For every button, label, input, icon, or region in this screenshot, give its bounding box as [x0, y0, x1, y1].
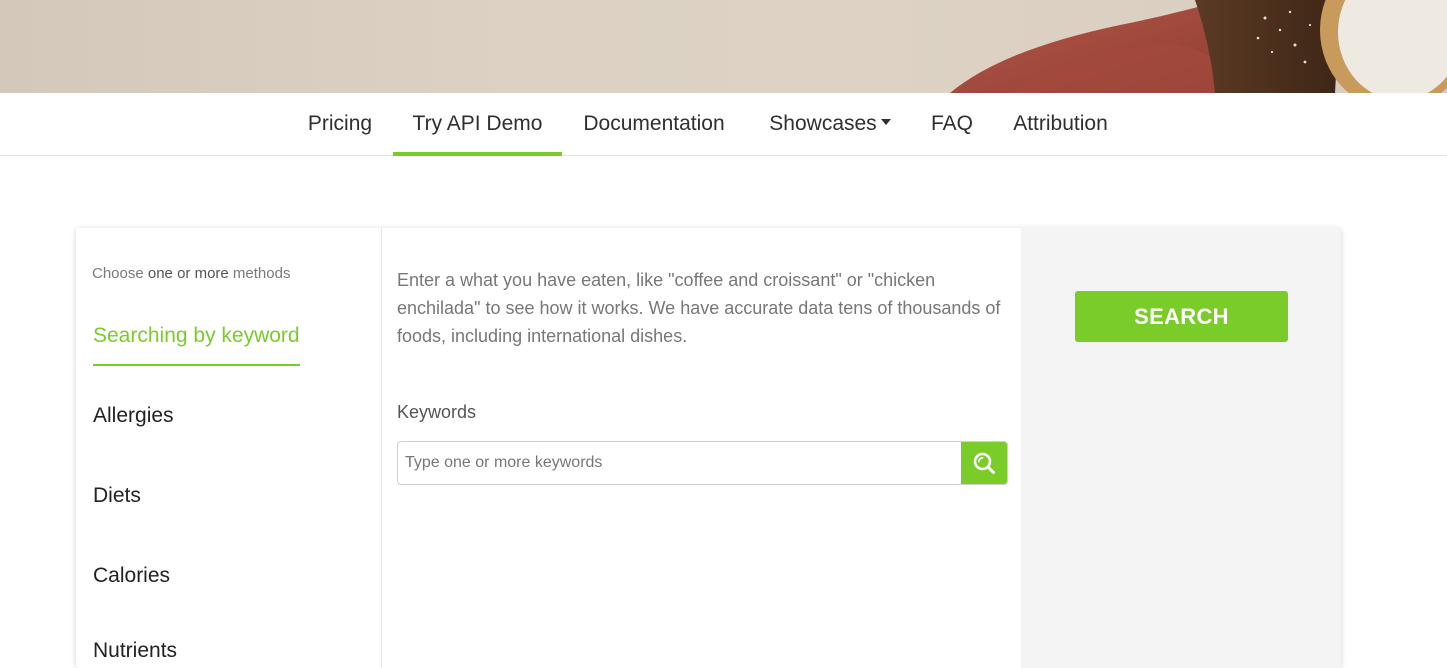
nav-item-label: FAQ	[931, 112, 974, 135]
nav-item-pricing[interactable]: Pricing	[307, 93, 373, 155]
hero-image	[950, 0, 1447, 93]
hint-text: Choose	[92, 265, 148, 282]
keywords-label: Keywords	[397, 402, 477, 422]
method-label: Nutrients	[93, 639, 178, 662]
main-nav: Pricing Try API Demo Documentation Showc…	[0, 93, 1447, 156]
caret-down-icon	[880, 119, 891, 126]
nav-item-label: Showcases	[769, 112, 877, 135]
nav-item-try-api-demo[interactable]: Try API Demo	[393, 93, 562, 156]
methods-panel: Choose one or more methods Searching by …	[76, 228, 382, 668]
search-button[interactable]: SEARCH	[1075, 291, 1288, 342]
method-allergies[interactable]: Allergies	[93, 404, 174, 428]
method-label: Searching by keyword	[93, 324, 300, 347]
method-label: Diets	[93, 484, 141, 507]
search-icon	[973, 452, 995, 474]
method-calories[interactable]: Calories	[93, 564, 170, 588]
method-nutrients[interactable]: Nutrients	[93, 639, 177, 663]
actions-panel: SEARCH	[1021, 228, 1341, 668]
keywords-search-box	[397, 441, 1008, 485]
keywords-input[interactable]	[398, 442, 963, 484]
method-diets[interactable]: Diets	[93, 484, 141, 508]
method-keyword[interactable]: Searching by keyword	[93, 324, 300, 366]
nav-item-attribution[interactable]: Attribution	[1010, 93, 1111, 155]
hero-banner	[0, 0, 1447, 93]
nav-item-documentation[interactable]: Documentation	[581, 93, 727, 155]
nav-item-label: Pricing	[307, 112, 373, 135]
nav-item-faq[interactable]: FAQ	[931, 93, 974, 155]
method-label: Allergies	[93, 404, 174, 427]
keyword-panel: Enter a what you have eaten, like "coffe…	[382, 228, 1021, 668]
keywords-search-button[interactable]	[961, 442, 1007, 484]
methods-hint: Choose one or more methods	[92, 265, 290, 282]
nav-item-label: Try API Demo	[412, 112, 543, 135]
demo-description: Enter a what you have eaten, like "coffe…	[397, 270, 1001, 346]
nav-item-label: Attribution	[1013, 112, 1108, 135]
api-demo-card: Choose one or more methods Searching by …	[76, 228, 1341, 668]
nav-item-label: Documentation	[583, 112, 725, 135]
nav-item-showcases[interactable]: Showcases	[766, 93, 894, 155]
hint-text: methods	[228, 265, 291, 282]
hint-emphasis: one or more	[147, 265, 229, 282]
method-label: Calories	[93, 564, 171, 587]
